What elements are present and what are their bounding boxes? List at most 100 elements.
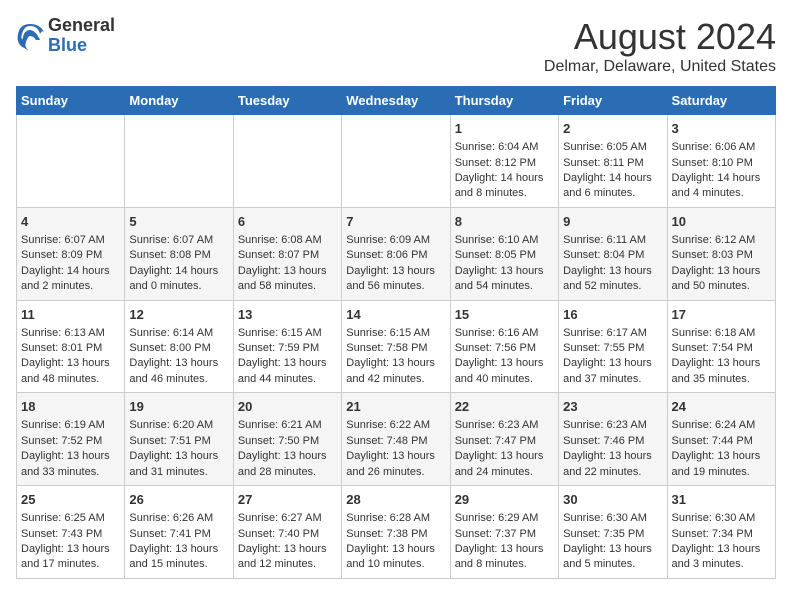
day-info: Sunset: 7:50 PM bbox=[238, 434, 337, 449]
day-info: Sunrise: 6:14 AM bbox=[129, 326, 228, 341]
day-info: Daylight: 13 hours bbox=[455, 356, 554, 371]
calendar-day-cell: 24Sunrise: 6:24 AMSunset: 7:44 PMDayligh… bbox=[667, 393, 775, 486]
calendar-day-cell: 30Sunrise: 6:30 AMSunset: 7:35 PMDayligh… bbox=[559, 486, 667, 579]
day-info: and 54 minutes. bbox=[455, 279, 554, 294]
calendar-day-cell: 5Sunrise: 6:07 AMSunset: 8:08 PMDaylight… bbox=[125, 207, 233, 300]
day-number: 5 bbox=[129, 213, 228, 231]
day-info: and 22 minutes. bbox=[563, 465, 662, 480]
day-info: Daylight: 13 hours bbox=[238, 542, 337, 557]
day-info: Sunrise: 6:04 AM bbox=[455, 140, 554, 155]
day-info: Daylight: 13 hours bbox=[346, 264, 445, 279]
day-info: and 4 minutes. bbox=[672, 186, 771, 201]
calendar-table: SundayMondayTuesdayWednesdayThursdayFrid… bbox=[16, 86, 776, 579]
day-info: Daylight: 13 hours bbox=[238, 264, 337, 279]
day-info: and 33 minutes. bbox=[21, 465, 120, 480]
day-info: Sunset: 8:00 PM bbox=[129, 341, 228, 356]
day-number: 14 bbox=[346, 306, 445, 324]
day-info: Sunrise: 6:18 AM bbox=[672, 326, 771, 341]
weekday-header: Friday bbox=[559, 87, 667, 115]
day-info: Sunrise: 6:23 AM bbox=[563, 418, 662, 433]
day-info: Daylight: 13 hours bbox=[21, 356, 120, 371]
calendar-day-cell: 23Sunrise: 6:23 AMSunset: 7:46 PMDayligh… bbox=[559, 393, 667, 486]
day-info: and 26 minutes. bbox=[346, 465, 445, 480]
day-info: Daylight: 13 hours bbox=[672, 449, 771, 464]
day-number: 21 bbox=[346, 398, 445, 416]
day-number: 29 bbox=[455, 491, 554, 509]
day-number: 9 bbox=[563, 213, 662, 231]
day-info: Sunrise: 6:07 AM bbox=[21, 233, 120, 248]
day-info: Daylight: 14 hours bbox=[129, 264, 228, 279]
day-info: Sunset: 7:59 PM bbox=[238, 341, 337, 356]
day-info: Sunrise: 6:12 AM bbox=[672, 233, 771, 248]
calendar-day-cell: 10Sunrise: 6:12 AMSunset: 8:03 PMDayligh… bbox=[667, 207, 775, 300]
day-info: and 52 minutes. bbox=[563, 279, 662, 294]
calendar-day-cell: 12Sunrise: 6:14 AMSunset: 8:00 PMDayligh… bbox=[125, 300, 233, 393]
day-info: and 8 minutes. bbox=[455, 557, 554, 572]
day-info: Sunset: 7:44 PM bbox=[672, 434, 771, 449]
calendar-day-cell: 7Sunrise: 6:09 AMSunset: 8:06 PMDaylight… bbox=[342, 207, 450, 300]
day-info: Daylight: 13 hours bbox=[238, 356, 337, 371]
calendar-day-cell: 31Sunrise: 6:30 AMSunset: 7:34 PMDayligh… bbox=[667, 486, 775, 579]
day-info: Sunset: 8:07 PM bbox=[238, 248, 337, 263]
day-info: and 3 minutes. bbox=[672, 557, 771, 572]
calendar-day-cell: 4Sunrise: 6:07 AMSunset: 8:09 PMDaylight… bbox=[17, 207, 125, 300]
day-info: Sunrise: 6:05 AM bbox=[563, 140, 662, 155]
day-number: 31 bbox=[672, 491, 771, 509]
day-info: Daylight: 13 hours bbox=[672, 264, 771, 279]
calendar-day-cell bbox=[125, 115, 233, 208]
day-info: Daylight: 14 hours bbox=[672, 171, 771, 186]
day-info: Sunset: 7:52 PM bbox=[21, 434, 120, 449]
day-info: Sunset: 7:48 PM bbox=[346, 434, 445, 449]
calendar-week-row: 1Sunrise: 6:04 AMSunset: 8:12 PMDaylight… bbox=[17, 115, 776, 208]
day-info: Sunrise: 6:30 AM bbox=[672, 511, 771, 526]
day-number: 24 bbox=[672, 398, 771, 416]
day-info: and 28 minutes. bbox=[238, 465, 337, 480]
day-info: Daylight: 13 hours bbox=[129, 542, 228, 557]
day-info: Sunrise: 6:19 AM bbox=[21, 418, 120, 433]
day-number: 23 bbox=[563, 398, 662, 416]
day-info: Daylight: 13 hours bbox=[563, 356, 662, 371]
day-info: Sunrise: 6:13 AM bbox=[21, 326, 120, 341]
weekday-header: Tuesday bbox=[233, 87, 341, 115]
day-info: Sunset: 8:04 PM bbox=[563, 248, 662, 263]
day-info: Daylight: 13 hours bbox=[238, 449, 337, 464]
day-info: and 31 minutes. bbox=[129, 465, 228, 480]
day-info: and 42 minutes. bbox=[346, 372, 445, 387]
day-number: 26 bbox=[129, 491, 228, 509]
day-info: and 12 minutes. bbox=[238, 557, 337, 572]
calendar-day-cell: 18Sunrise: 6:19 AMSunset: 7:52 PMDayligh… bbox=[17, 393, 125, 486]
day-info: Sunset: 7:38 PM bbox=[346, 527, 445, 542]
calendar-day-cell: 1Sunrise: 6:04 AMSunset: 8:12 PMDaylight… bbox=[450, 115, 558, 208]
day-info: Sunset: 7:46 PM bbox=[563, 434, 662, 449]
day-info: and 58 minutes. bbox=[238, 279, 337, 294]
day-info: Daylight: 13 hours bbox=[672, 542, 771, 557]
day-info: Daylight: 13 hours bbox=[21, 449, 120, 464]
day-info: and 2 minutes. bbox=[21, 279, 120, 294]
day-info: Sunset: 7:54 PM bbox=[672, 341, 771, 356]
day-number: 8 bbox=[455, 213, 554, 231]
day-info: Sunset: 8:10 PM bbox=[672, 156, 771, 171]
calendar-week-row: 11Sunrise: 6:13 AMSunset: 8:01 PMDayligh… bbox=[17, 300, 776, 393]
day-info: and 17 minutes. bbox=[21, 557, 120, 572]
day-number: 13 bbox=[238, 306, 337, 324]
day-info: and 24 minutes. bbox=[455, 465, 554, 480]
calendar-day-cell: 16Sunrise: 6:17 AMSunset: 7:55 PMDayligh… bbox=[559, 300, 667, 393]
day-info: and 8 minutes. bbox=[455, 186, 554, 201]
day-info: Sunset: 7:43 PM bbox=[21, 527, 120, 542]
day-number: 27 bbox=[238, 491, 337, 509]
day-info: and 44 minutes. bbox=[238, 372, 337, 387]
day-info: Sunrise: 6:17 AM bbox=[563, 326, 662, 341]
logo-icon bbox=[16, 22, 44, 50]
day-info: Sunrise: 6:21 AM bbox=[238, 418, 337, 433]
calendar-day-cell: 8Sunrise: 6:10 AMSunset: 8:05 PMDaylight… bbox=[450, 207, 558, 300]
day-info: and 37 minutes. bbox=[563, 372, 662, 387]
day-info: and 6 minutes. bbox=[563, 186, 662, 201]
calendar-day-cell bbox=[17, 115, 125, 208]
logo-blue-text: Blue bbox=[48, 35, 87, 55]
day-number: 20 bbox=[238, 398, 337, 416]
calendar-body: 1Sunrise: 6:04 AMSunset: 8:12 PMDaylight… bbox=[17, 115, 776, 579]
day-info: Sunset: 8:08 PM bbox=[129, 248, 228, 263]
day-number: 7 bbox=[346, 213, 445, 231]
day-info: and 15 minutes. bbox=[129, 557, 228, 572]
day-info: Sunrise: 6:11 AM bbox=[563, 233, 662, 248]
